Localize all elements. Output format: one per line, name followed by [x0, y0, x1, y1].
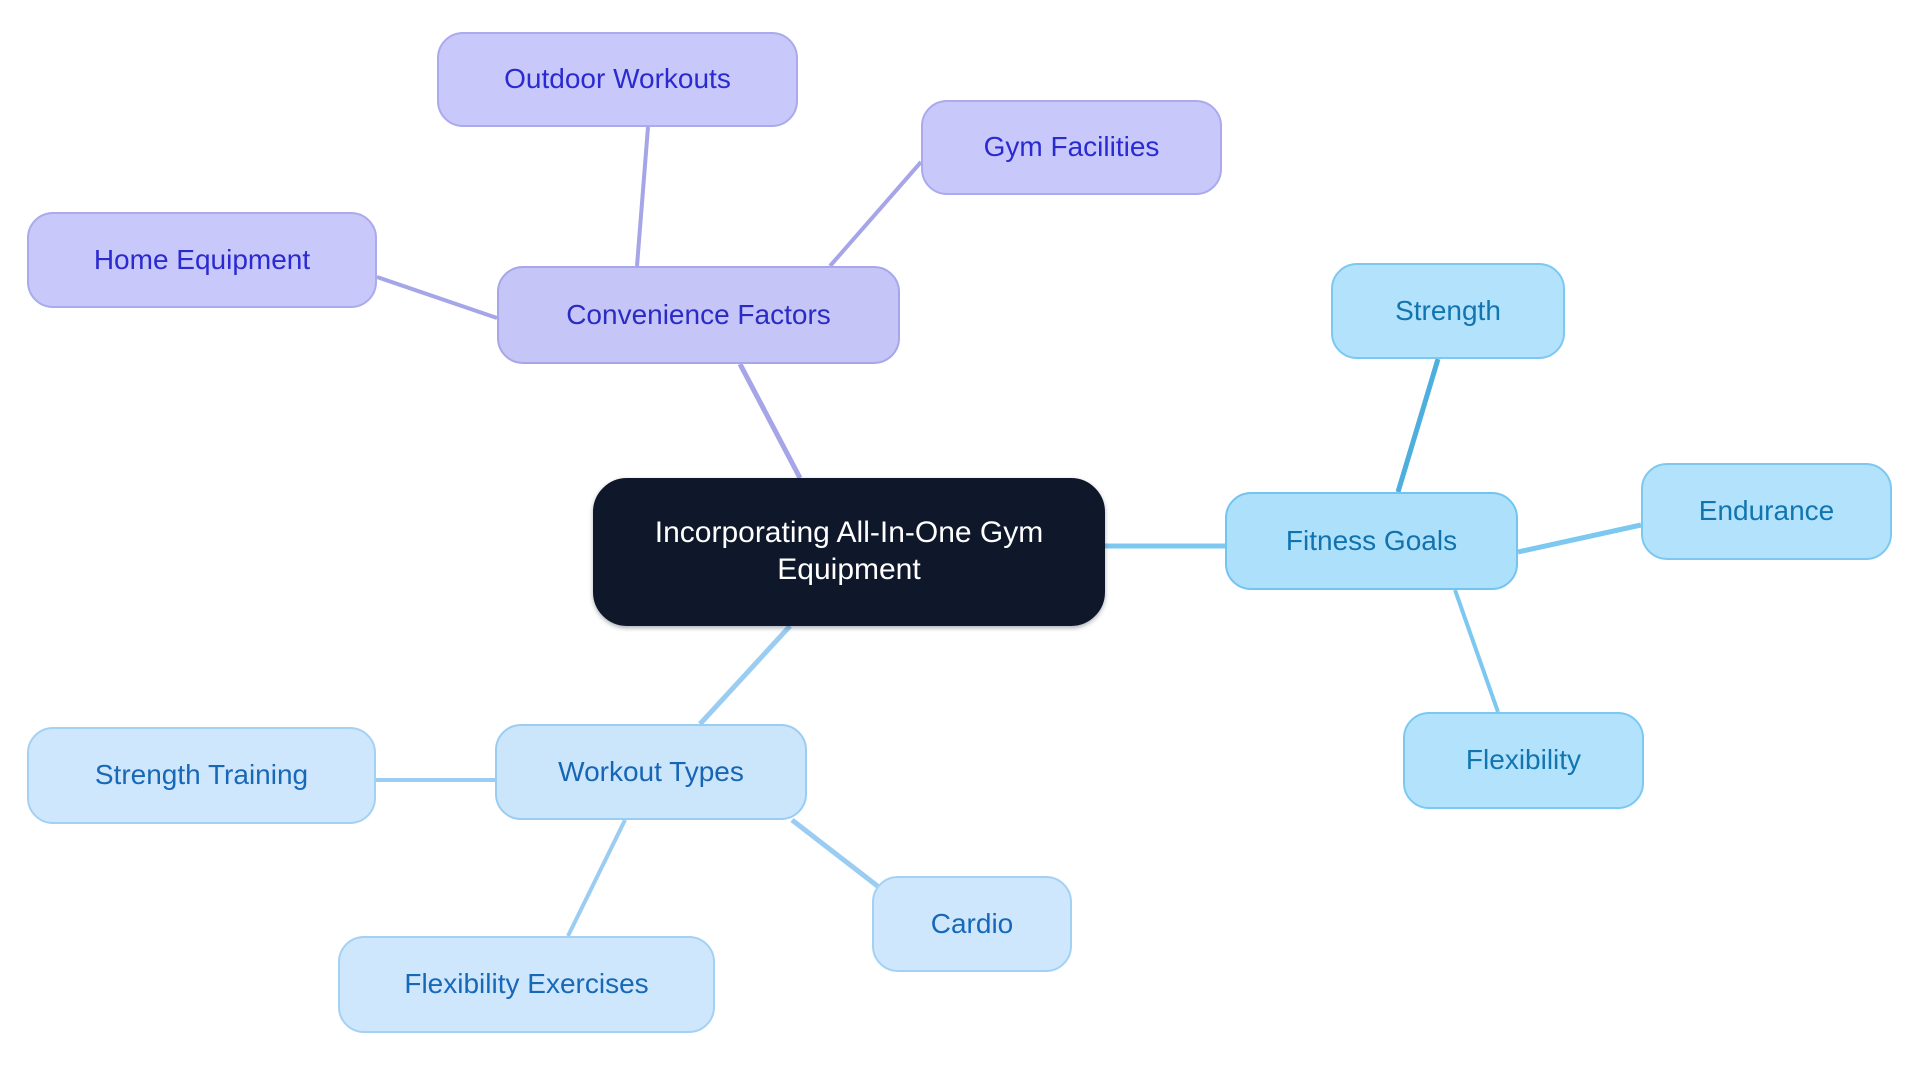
node-home-equipment[interactable]: Home Equipment	[27, 212, 377, 308]
mindmap-canvas: Incorporating All-In-One Gym Equipment C…	[0, 0, 1920, 1083]
node-fitness-goals[interactable]: Fitness Goals	[1225, 492, 1518, 590]
node-cardio[interactable]: Cardio	[872, 876, 1072, 972]
edge-convenience_factors-to-gym_facilities	[828, 160, 923, 268]
edge-convenience_factors-to-home_equipment	[376, 275, 498, 320]
edge-root-to-convenience_factors	[737, 362, 803, 480]
edge-root-to-workout_types	[698, 624, 792, 726]
node-outdoor-workouts[interactable]: Outdoor Workouts	[437, 32, 798, 127]
edge-workout_types-to-cardio	[790, 818, 882, 890]
node-gym-facilities[interactable]: Gym Facilities	[921, 100, 1222, 195]
edge-workout_types-to-flexibility_exercises	[566, 819, 627, 937]
node-root[interactable]: Incorporating All-In-One Gym Equipment	[593, 478, 1105, 626]
edge-fitness_goals-to-strength	[1395, 358, 1441, 493]
node-strength[interactable]: Strength	[1331, 263, 1565, 359]
node-convenience-factors[interactable]: Convenience Factors	[497, 266, 900, 364]
node-flexibility-exercises[interactable]: Flexibility Exercises	[338, 936, 715, 1033]
node-endurance[interactable]: Endurance	[1641, 463, 1892, 560]
node-workout-types[interactable]: Workout Types	[495, 724, 807, 820]
edge-convenience_factors-to-outdoor_workouts	[635, 126, 650, 267]
node-strength-training[interactable]: Strength Training	[27, 727, 376, 824]
edge-fitness_goals-to-flexibility	[1453, 589, 1500, 713]
node-flexibility[interactable]: Flexibility	[1403, 712, 1644, 809]
edge-fitness_goals-to-endurance	[1517, 522, 1642, 555]
